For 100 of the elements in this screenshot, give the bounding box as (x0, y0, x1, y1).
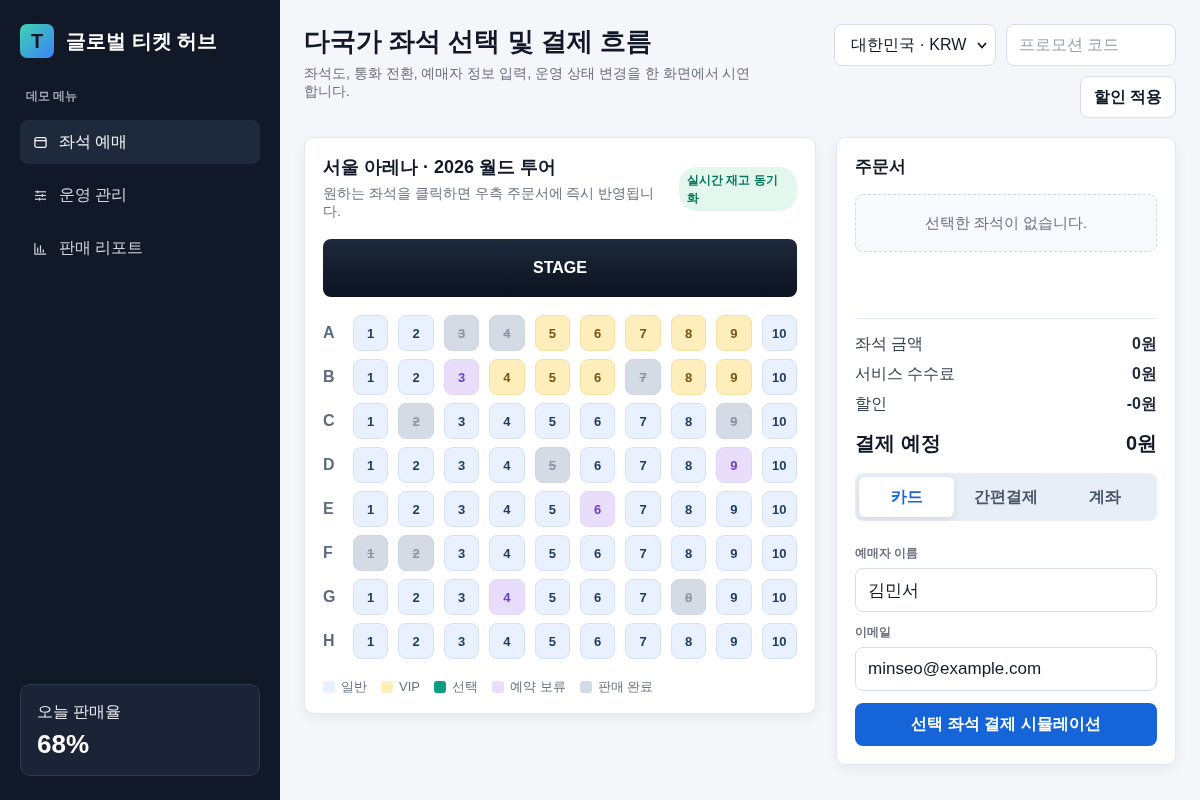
seat-button[interactable]: 2 (398, 447, 434, 483)
seat-button[interactable]: 2 (398, 359, 434, 395)
seat-button[interactable]: 2 (398, 579, 434, 615)
stat-value: 68% (37, 729, 91, 759)
seat-button[interactable]: 10 (761, 579, 797, 615)
seat-button[interactable]: 9 (716, 579, 752, 615)
seat-button[interactable]: 9 (716, 447, 752, 483)
payment-tab[interactable]: 계좌 (1057, 477, 1153, 517)
seat-button[interactable]: 3 (443, 579, 480, 615)
seat-button[interactable]: 6 (580, 579, 616, 615)
seat-button[interactable]: 1 (353, 579, 389, 615)
seat-button[interactable]: 10 (761, 315, 797, 351)
seat-button[interactable]: 1 (353, 315, 389, 351)
seat-button[interactable]: 7 (625, 447, 661, 483)
seat-button[interactable]: 6 (580, 359, 616, 395)
seat-button[interactable]: 4 (489, 623, 525, 659)
row-label: A (323, 323, 336, 343)
seat-button[interactable]: 9 (716, 359, 752, 395)
seat-button[interactable]: 3 (443, 623, 480, 659)
checkout-button[interactable]: 선택 좌석 결제 시뮬레이션 (855, 703, 1157, 746)
region-select[interactable]: 대한민국 · KRW (834, 24, 996, 66)
seat-button[interactable]: 2 (398, 315, 434, 351)
row-label: G (323, 587, 337, 607)
seat-button[interactable]: 4 (489, 535, 525, 571)
seat-button[interactable]: 7 (625, 403, 661, 439)
input-field[interactable]: minseo@example.com (855, 647, 1157, 691)
seat-button[interactable]: 3 (443, 447, 480, 483)
seat-button[interactable]: 8 (670, 491, 707, 527)
seat-button[interactable]: 5 (534, 491, 570, 527)
seat-button[interactable]: 10 (761, 623, 797, 659)
sliders-icon (34, 188, 47, 202)
seat-button[interactable]: 2 (398, 491, 434, 527)
input-field[interactable]: 김민서 (855, 568, 1157, 612)
seat-button[interactable]: 8 (670, 315, 707, 351)
seat-button[interactable]: 4 (489, 447, 525, 483)
seat-button[interactable]: 8 (670, 447, 707, 483)
calendar-icon (34, 135, 47, 149)
seat-button[interactable]: 7 (625, 535, 661, 571)
seat-button[interactable]: 5 (534, 359, 570, 395)
price-amount: -0원 (1126, 394, 1157, 414)
seat-button[interactable]: 6 (580, 623, 616, 659)
seat-button[interactable]: 1 (353, 491, 389, 527)
section-label: 데모 메뉴 (26, 88, 79, 104)
seat-button[interactable]: 4 (489, 491, 525, 527)
seat-button[interactable]: 8 (670, 623, 707, 659)
seat-button[interactable]: 7 (625, 491, 661, 527)
seat-button[interactable]: 9 (716, 623, 752, 659)
seat-button[interactable]: 7 (625, 623, 661, 659)
seat-button[interactable]: 3 (443, 403, 480, 439)
seat-button[interactable]: 5 (534, 535, 570, 571)
seat-button[interactable]: 6 (580, 447, 616, 483)
seat-button[interactable]: 4 (489, 403, 525, 439)
seat-button[interactable]: 5 (534, 403, 570, 439)
seat-button[interactable]: 9 (716, 315, 752, 351)
seat-button[interactable]: 4 (489, 359, 525, 395)
seat-button[interactable]: 1 (353, 403, 389, 439)
promo-code-input[interactable]: 프로모션 코드 (1006, 24, 1176, 66)
legend-label: VIP (399, 679, 420, 695)
seat-button[interactable]: 10 (761, 491, 797, 527)
row-label: E (323, 499, 335, 519)
seat-button[interactable]: 5 (534, 579, 570, 615)
seat-button[interactable]: 7 (625, 579, 661, 615)
seat-button[interactable]: 7 (625, 315, 661, 351)
seat-button[interactable]: 10 (761, 447, 797, 483)
seat-button[interactable]: 1 (353, 623, 389, 659)
seat-button[interactable]: 6 (580, 491, 616, 527)
seat-button[interactable]: 9 (716, 491, 752, 527)
apply-discount-button[interactable]: 할인 적용 (1079, 76, 1176, 118)
seat-button[interactable]: 6 (580, 403, 616, 439)
seat-button[interactable]: 6 (580, 535, 616, 571)
seat-button[interactable]: 9 (716, 535, 752, 571)
seat-button[interactable]: 4 (489, 579, 525, 615)
seat-button[interactable]: 5 (534, 315, 570, 351)
legend-label: 판매 완료 (597, 679, 654, 695)
seat-button[interactable]: 3 (443, 359, 480, 395)
app-logo: T (20, 24, 54, 58)
row-label: B (323, 367, 336, 387)
seat-button[interactable]: 1 (353, 447, 389, 483)
seat-button[interactable]: 10 (761, 403, 797, 439)
seat-button[interactable]: 3 (443, 535, 480, 571)
seat-button[interactable]: 8 (670, 359, 707, 395)
seat-button[interactable]: 10 (761, 359, 797, 395)
nav-item[interactable]: 운영 관리 (20, 173, 260, 217)
seat-button[interactable]: 1 (353, 359, 389, 395)
payment-tab[interactable]: 간편결제 (958, 477, 1054, 517)
seat-button[interactable]: 2 (398, 623, 434, 659)
seat-button[interactable]: 3 (443, 491, 480, 527)
payment-tab[interactable]: 카드 (859, 477, 955, 517)
price-amount: 0원 (1132, 364, 1157, 384)
seat-button[interactable]: 6 (580, 315, 616, 351)
stage-banner: STAGE (323, 239, 797, 297)
nav-item[interactable]: 판매 리포트 (20, 226, 260, 270)
seat-button[interactable]: 8 (670, 403, 707, 439)
row-label: C (323, 411, 336, 431)
seat-button[interactable]: 8 (670, 535, 707, 571)
seat-button[interactable]: 10 (761, 535, 797, 571)
seat-button[interactable]: 5 (534, 623, 570, 659)
nav-item[interactable]: 좌석 예매 (20, 120, 260, 164)
page-title: 다국가 좌석 선택 및 결제 흐름 (304, 25, 654, 58)
row-label: D (323, 455, 336, 475)
